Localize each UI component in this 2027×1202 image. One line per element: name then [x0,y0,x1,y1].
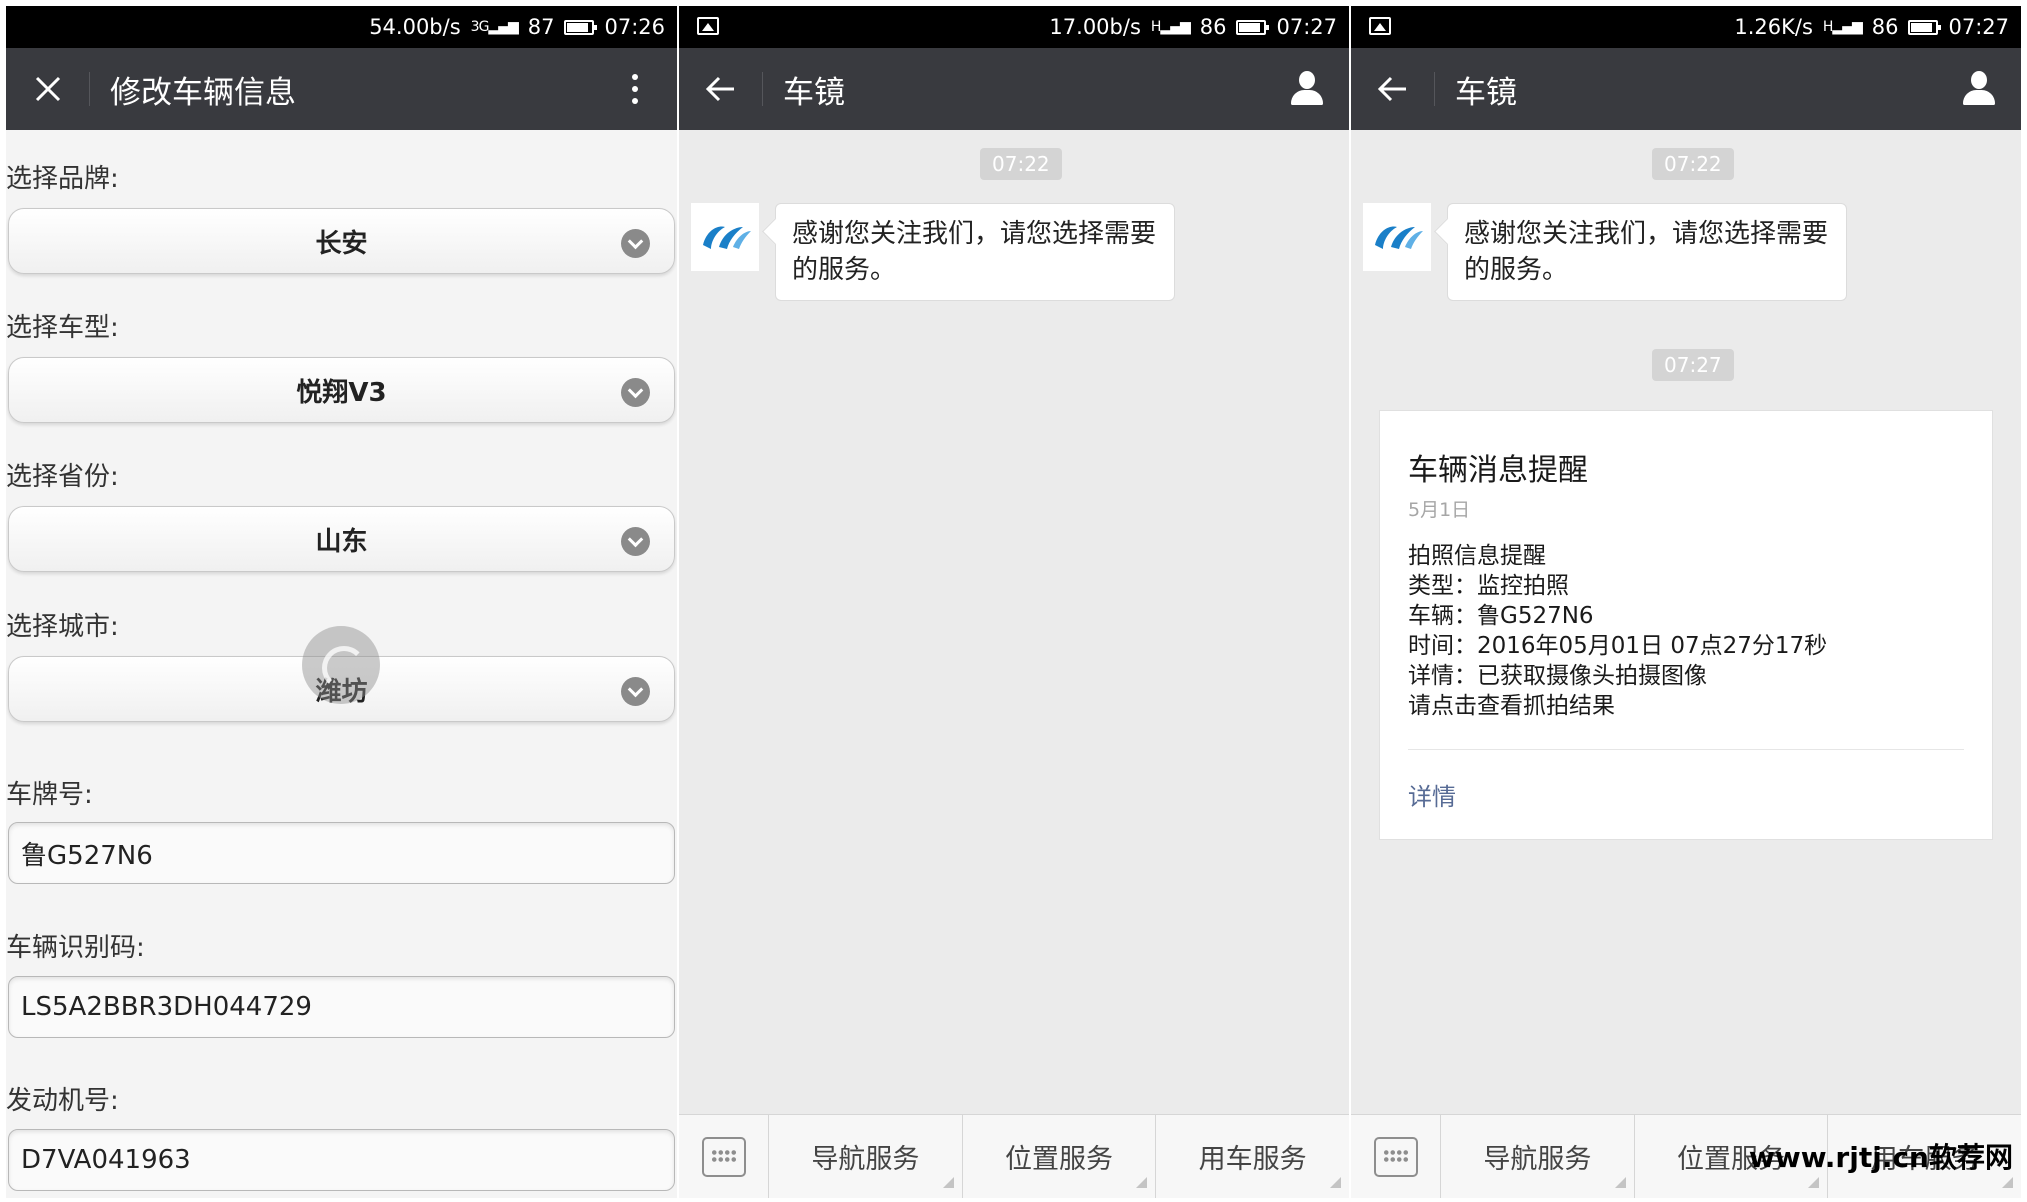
notification-card[interactable]: 车辆消息提醒 5月1日 拍照信息提醒 类型：监控拍照 车辆：鲁G527N6 时间… [1379,410,1993,840]
status-bar: 17.00b/s H▂▄▆ 86 07:27 [679,6,1349,48]
brand-select[interactable]: 长安 [8,208,675,274]
model-value: 悦翔V3 [296,377,387,408]
close-button[interactable] [6,48,90,130]
more-button[interactable] [593,48,677,130]
model-select[interactable]: 悦翔V3 [8,357,675,423]
details-link[interactable]: 详情 [1408,777,1456,812]
signal-icon: H▂▄▆ [1150,19,1191,35]
timestamp: 07:22 [980,148,1062,180]
nav-bar: 车镜 [679,48,1349,130]
chat-screen-notification: 1.26K/s H▂▄▆ 86 07:27 车镜 07:22 感谢您关注我们，请… [1351,6,2021,1198]
kebab-menu-icon [632,74,638,104]
card-line: 请点击查看抓拍结果 [1408,693,1615,719]
card-line: 拍照信息提醒 [1408,543,1546,569]
chevron-down-icon [621,229,650,258]
avatar[interactable] [1363,203,1431,271]
network-speed: 1.26K/s [1734,15,1813,39]
menu-navigation-service[interactable]: 导航服务 [1441,1115,1635,1198]
back-button[interactable] [1351,48,1435,130]
screenshot-collage: 54.00b/s 3G▂▄▆ 87 07:26 修改车辆信息 选择品牌: 长安 [0,0,2027,1202]
person-icon [1961,71,1997,107]
network-speed: 54.00b/s [369,15,461,39]
page-title: 车镜 [783,74,845,111]
battery-level: 87 [527,15,555,39]
status-bar: 1.26K/s H▂▄▆ 86 07:27 [1351,6,2021,48]
status-bar: 54.00b/s 3G▂▄▆ 87 07:26 [6,6,677,48]
battery-icon [1908,19,1942,35]
nav-bar: 修改车辆信息 [6,48,677,130]
back-arrow-icon [705,76,734,102]
engine-label: 发动机号: [6,1086,119,1116]
profile-button[interactable] [1937,48,2021,130]
gallery-icon [697,17,719,35]
brand-logo-icon [703,226,751,249]
province-value: 山东 [315,526,368,557]
signal-icon: H▂▄▆ [1822,19,1863,35]
plate-input[interactable]: 鲁G527N6 [8,822,675,884]
battery-level: 86 [1199,15,1227,39]
brand-logo-icon [1375,226,1423,249]
chat-screen-welcome: 17.00b/s H▂▄▆ 86 07:27 车镜 07:22 感谢您关注我们，… [679,6,1349,1198]
model-label: 选择车型: [6,313,119,343]
battery-icon [1236,19,1270,35]
city-label: 选择城市: [6,612,119,642]
close-icon [35,76,61,102]
province-select[interactable]: 山东 [8,506,675,572]
card-title: 车辆消息提醒 [1408,453,1588,488]
avatar[interactable] [691,203,759,271]
network-speed: 17.00b/s [1049,15,1141,39]
engine-input[interactable]: D7VA041963 [8,1129,675,1191]
chat-message: 感谢您关注我们，请您选择需要的服务。 [775,203,1175,301]
menu-car-service[interactable]: 用车服务 [1156,1115,1349,1198]
brand-value: 长安 [315,228,368,259]
menu-location-service[interactable]: 位置服务 [963,1115,1157,1198]
person-icon [1289,71,1325,107]
back-arrow-icon [1377,76,1406,102]
card-line: 类型：监控拍照 [1408,573,1569,599]
clock: 07:27 [1948,15,2009,39]
signal-icon: 3G▂▄▆ [470,19,519,35]
card-line: 时间：2016年05月01日 07点27分17秒 [1408,633,1828,659]
keyboard-icon [1373,1136,1418,1177]
battery-level: 86 [1871,15,1899,39]
chevron-down-icon [621,378,650,407]
province-label: 选择省份: [6,462,119,492]
chat-message: 感谢您关注我们，请您选择需要的服务。 [1447,203,1847,301]
profile-button[interactable] [1265,48,1349,130]
vin-label: 车辆识别码: [6,933,145,963]
plate-label: 车牌号: [6,780,93,810]
page-title: 车镜 [1455,74,1517,111]
keyboard-toggle[interactable] [679,1115,769,1198]
service-menu-bar: 导航服务 位置服务 用车服务 [679,1114,1349,1198]
chevron-down-icon [621,527,650,556]
chevron-down-icon [621,677,650,706]
timestamp: 07:27 [1652,349,1734,381]
clock: 07:26 [604,15,665,39]
card-line: 详情：已获取摄像头拍摄图像 [1408,663,1707,689]
loading-spinner-icon [302,626,380,704]
edit-vehicle-screen: 54.00b/s 3G▂▄▆ 87 07:26 修改车辆信息 选择品牌: 长安 [6,6,677,1198]
keyboard-toggle[interactable] [1351,1115,1441,1198]
gallery-icon [1369,17,1391,35]
battery-icon [564,19,598,35]
nav-bar: 车镜 [1351,48,2021,130]
network-type: H [1822,19,1833,35]
card-date: 5月1日 [1408,499,1471,521]
card-body: 拍照信息提醒 类型：监控拍照 车辆：鲁G527N6 时间：2016年05月01日… [1408,541,1827,721]
menu-navigation-service[interactable]: 导航服务 [769,1115,963,1198]
page-title: 修改车辆信息 [110,74,296,111]
network-type: H [1150,19,1161,35]
timestamp: 07:22 [1652,148,1734,180]
vin-input[interactable]: LS5A2BBR3DH044729 [8,976,675,1038]
watermark: www.rjtj.cn软荐网 [1748,1141,2013,1174]
divider [1408,749,1964,750]
network-type: 3G [470,19,490,35]
keyboard-icon [701,1136,746,1177]
card-line: 车辆：鲁G527N6 [1408,603,1594,629]
clock: 07:27 [1276,15,1337,39]
brand-label: 选择品牌: [6,164,119,194]
back-button[interactable] [679,48,763,130]
